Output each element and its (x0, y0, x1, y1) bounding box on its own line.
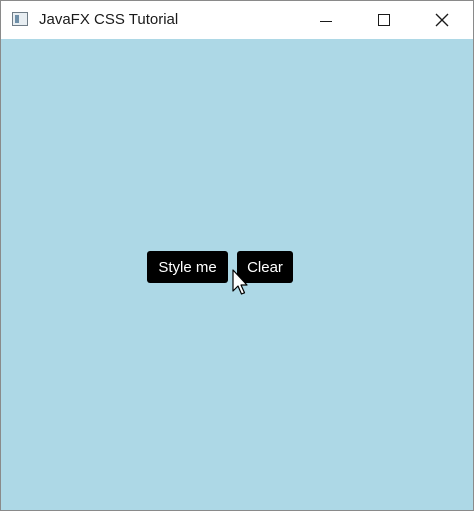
maximize-button[interactable] (361, 1, 407, 39)
maximize-icon (378, 14, 390, 26)
window-title: JavaFX CSS Tutorial (39, 11, 179, 28)
title-bar[interactable]: JavaFX CSS Tutorial (1, 1, 473, 39)
style-me-button[interactable]: Style me (147, 251, 228, 283)
minimize-button[interactable] (303, 1, 349, 39)
minimize-icon (320, 20, 332, 22)
close-icon (435, 13, 449, 27)
java-app-icon[interactable] (12, 12, 28, 26)
app-window: JavaFX CSS Tutorial Style me Clear (0, 0, 474, 511)
close-button[interactable] (419, 1, 465, 39)
arrow-cursor-icon (232, 269, 248, 295)
content-pane: Style me Clear (1, 39, 473, 510)
